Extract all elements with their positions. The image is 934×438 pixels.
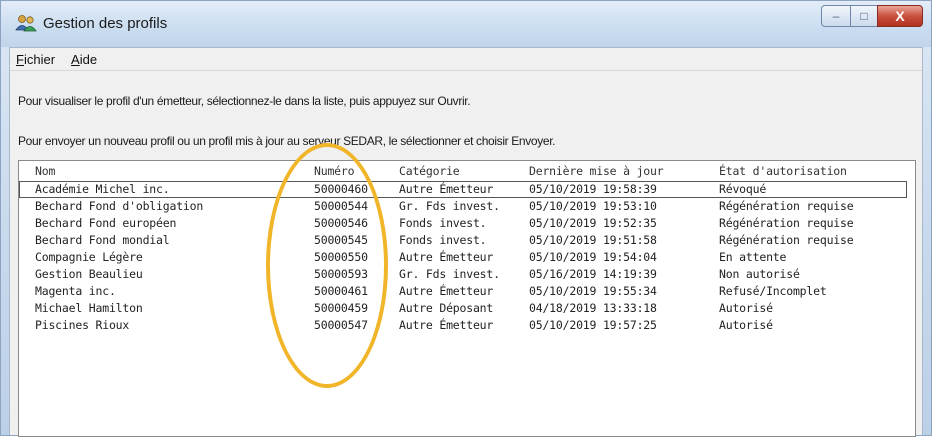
cell-etat: Révoqué [719, 182, 767, 196]
cell-derniere-maj: 05/10/2019 19:57:25 [529, 318, 657, 332]
cell-derniere-maj: 05/10/2019 19:53:10 [529, 199, 657, 213]
menu-fichier[interactable]: Fichier [16, 52, 55, 67]
cell-nom: Michael Hamilton [35, 301, 143, 315]
cell-nom: Piscines Rioux [35, 318, 130, 332]
cell-categorie: Autre Émetteur [399, 284, 494, 298]
maximize-button[interactable]: □ [850, 5, 878, 27]
table-row[interactable]: Michael Hamilton 50000459 Autre Déposant 04… [19, 300, 915, 317]
table-row[interactable]: Gestion Beaulieu 50000593 Gr. Fds invest. 0… [19, 266, 915, 283]
cell-nom: Bechard Fond mondial [35, 233, 170, 247]
column-header-derniere-maj[interactable]: Dernière mise à jour [529, 164, 664, 178]
cell-numero: 50000544 [314, 199, 368, 213]
window-controls: – □ X [821, 5, 923, 27]
cell-numero: 50000545 [314, 233, 368, 247]
cell-numero: 50000550 [314, 250, 368, 264]
menu-fichier-label: ichier [23, 51, 56, 67]
menu-aide[interactable]: Aide [71, 52, 97, 67]
table-row[interactable]: Piscines Rioux 50000547 Autre Émetteur 05/1… [19, 317, 915, 334]
table-row[interactable]: Compagnie Légère 50000550 Autre Émetteur 05… [19, 249, 915, 266]
cell-derniere-maj: 05/10/2019 19:58:39 [529, 182, 657, 196]
cell-categorie: Fonds invest. [399, 233, 487, 247]
table-row[interactable]: Bechard Fond d'obligation 50000544 Gr. Fds… [19, 198, 915, 215]
cell-nom: Gestion Beaulieu [35, 267, 143, 281]
cell-derniere-maj: 05/10/2019 19:55:34 [529, 284, 657, 298]
column-header-nom[interactable]: Nom [35, 164, 55, 178]
cell-etat: Régénération requise [719, 216, 854, 230]
cell-etat: Non autorisé [719, 267, 800, 281]
window-title: Gestion des profils [43, 15, 168, 32]
cell-etat: Régénération requise [719, 199, 854, 213]
cell-numero: 50000460 [314, 182, 368, 196]
cell-nom: Bechard Fond d'obligation [35, 199, 204, 213]
cell-derniere-maj: 05/10/2019 19:52:35 [529, 216, 657, 230]
people-icon [15, 15, 37, 32]
cell-categorie: Gr. Fds invest. [399, 267, 500, 281]
cell-etat: Autorisé [719, 301, 773, 315]
menu-bar: Fichier Aide [10, 48, 922, 71]
cell-derniere-maj: 05/16/2019 14:19:39 [529, 267, 657, 281]
cell-nom: Compagnie Légère [35, 250, 143, 264]
cell-numero: 50000546 [314, 216, 368, 230]
table-row[interactable]: Magenta inc. 50000461 Autre Émetteur 05/10/… [19, 283, 915, 300]
cell-numero: 50000459 [314, 301, 368, 315]
list-header: Nom Numéro Catégorie Dernière mise à jou… [19, 163, 915, 180]
cell-categorie: Autre Déposant [399, 301, 494, 315]
title-bar[interactable]: Gestion des profils – □ X [1, 1, 931, 47]
cell-categorie: Autre Émetteur [399, 250, 494, 264]
cell-etat: Régénération requise [719, 233, 854, 247]
table-row[interactable]: Académie Michel inc. 50000460 Autre Émette… [19, 181, 907, 198]
profile-list[interactable]: Nom Numéro Catégorie Dernière mise à jou… [18, 160, 916, 437]
cell-numero: 50000461 [314, 284, 368, 298]
table-row[interactable]: Bechard Fond européen 50000546 Fonds inves… [19, 215, 915, 232]
close-button[interactable]: X [877, 5, 923, 27]
cell-numero: 50000547 [314, 318, 368, 332]
cell-nom: Bechard Fond européen [35, 216, 177, 230]
minimize-icon: – [832, 9, 840, 23]
cell-derniere-maj: 05/10/2019 19:51:58 [529, 233, 657, 247]
column-header-numero[interactable]: Numéro [314, 164, 355, 178]
menu-aide-hotkey: A [71, 51, 80, 67]
cell-categorie: Gr. Fds invest. [399, 199, 500, 213]
cell-etat: En attente [719, 250, 787, 264]
maximize-icon: □ [860, 9, 868, 23]
profile-manager-window: Gestion des profils – □ X Fichier Aide P… [0, 0, 932, 437]
cell-nom: Académie Michel inc. [35, 182, 170, 196]
close-icon: X [895, 8, 905, 24]
column-header-etat[interactable]: État d'autorisation [719, 164, 847, 178]
cell-etat: Refusé/Incomplet [719, 284, 827, 298]
cell-numero: 50000593 [314, 267, 368, 281]
instruction-send: Pour envoyer un nouveau profil ou un pro… [18, 134, 556, 148]
cell-derniere-maj: 05/10/2019 19:54:04 [529, 250, 657, 264]
cell-categorie: Fonds invest. [399, 216, 487, 230]
instruction-open: Pour visualiser le profil d'un émetteur,… [18, 94, 471, 108]
cell-nom: Magenta inc. [35, 284, 116, 298]
cell-categorie: Autre Émetteur [399, 182, 494, 196]
menu-fichier-hotkey: F [16, 51, 24, 67]
column-header-categorie[interactable]: Catégorie [399, 164, 460, 178]
window-client-area: Fichier Aide Pour visualiser le profil d… [9, 47, 923, 437]
cell-derniere-maj: 04/18/2019 13:33:18 [529, 301, 657, 315]
table-row[interactable]: Bechard Fond mondial 50000545 Fonds invest… [19, 232, 915, 249]
cell-categorie: Autre Émetteur [399, 318, 494, 332]
cell-etat: Autorisé [719, 318, 773, 332]
menu-aide-label: ide [79, 51, 98, 67]
minimize-button[interactable]: – [821, 5, 851, 27]
